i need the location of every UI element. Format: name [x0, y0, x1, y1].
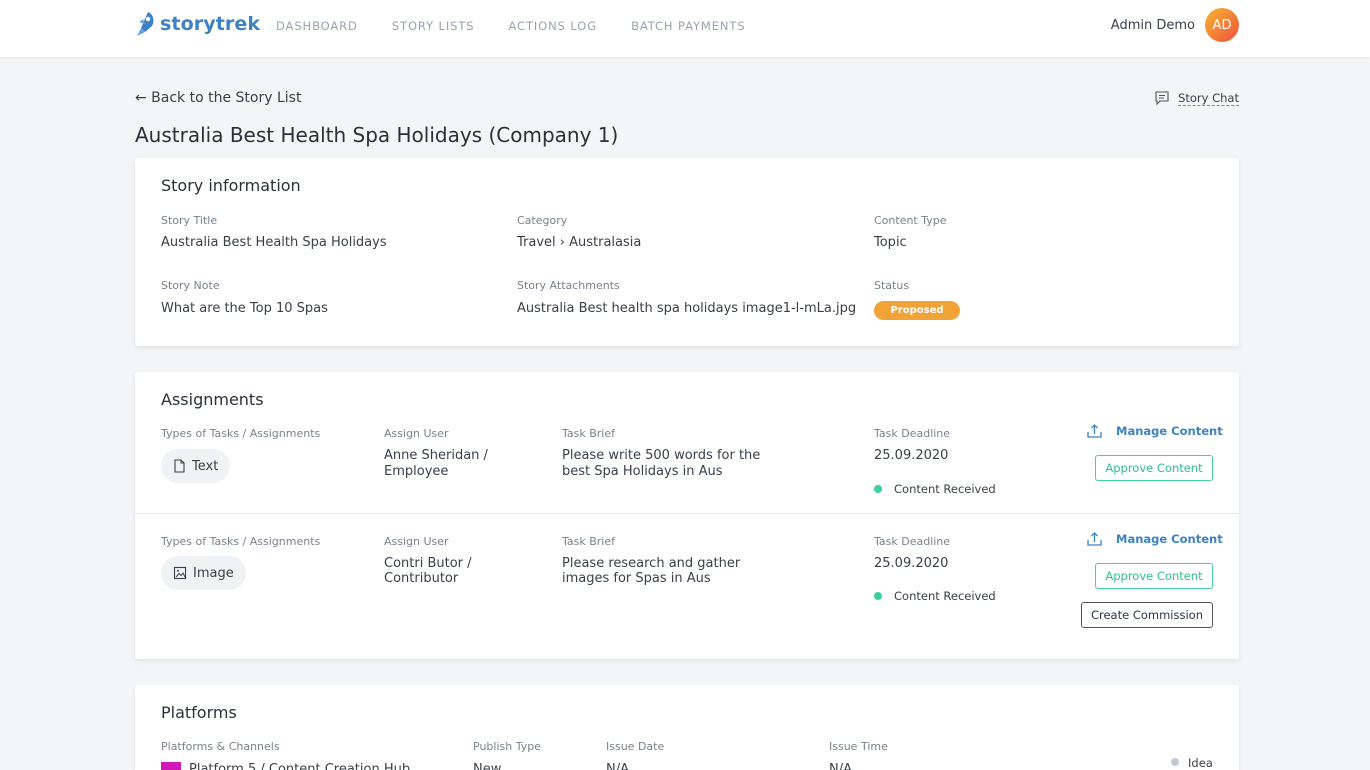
approve-content-button[interactable]: Approve Content — [1095, 563, 1213, 589]
task-brief-line1: Please write 500 words for the — [562, 448, 761, 463]
issue-time-value: N/A — [829, 762, 852, 770]
nav-batch-payments[interactable]: BATCH PAYMENTS — [631, 19, 745, 33]
task-deadline-value: 25.09.2020 — [874, 448, 949, 463]
issue-time-label: Issue Time — [829, 740, 888, 753]
nav-story-lists[interactable]: STORY LISTS — [392, 19, 475, 33]
platforms-card: Platforms Platforms & Channels Platform … — [135, 685, 1239, 770]
category-label: Category — [517, 214, 568, 227]
assign-user-value-line1: Contri Butor / — [384, 556, 472, 571]
story-title-label: Story Title — [161, 214, 218, 227]
task-type-pill-image: Image — [161, 556, 246, 590]
document-icon — [174, 459, 185, 473]
status-label: Status — [874, 279, 910, 292]
platforms-channels-label: Platforms & Channels — [161, 740, 280, 753]
assign-user-label: Assign User — [384, 535, 449, 548]
publish-type-value: New — [473, 762, 502, 770]
platform-channel-value: Platform 5 / Content Creation Hub — [189, 762, 411, 770]
brand-name: storytrek — [160, 13, 261, 35]
story-information-title: Story information — [161, 176, 301, 195]
main-nav: DASHBOARD STORY LISTS ACTIONS LOG BATCH … — [276, 19, 780, 33]
task-brief-label: Task Brief — [562, 535, 616, 548]
upload-icon — [1087, 532, 1102, 546]
content-type-label: Content Type — [874, 214, 947, 227]
task-type-label: Image — [193, 565, 234, 581]
assignments-card: Assignments Types of Tasks / Assignments… — [135, 372, 1239, 659]
user-menu[interactable]: Admin Demo AD — [1111, 8, 1239, 42]
approve-content-button[interactable]: Approve Content — [1095, 455, 1213, 481]
assign-user-label: Assign User — [384, 427, 449, 440]
task-brief-line1: Please research and gather — [562, 556, 741, 571]
task-types-label: Types of Tasks / Assignments — [161, 535, 321, 548]
story-note-label: Story Note — [161, 279, 220, 292]
story-note-value: What are the Top 10 Spas — [161, 301, 328, 316]
platforms-title: Platforms — [161, 703, 237, 722]
story-chat-link[interactable]: Story Chat — [1154, 90, 1239, 106]
user-name: Admin Demo — [1110, 17, 1195, 33]
back-to-story-list-link[interactable]: ← Back to the Story List — [135, 90, 301, 106]
platform-color-icon — [161, 762, 181, 770]
content-status-text: Content Received — [894, 589, 996, 603]
category-value: Travel › Australasia — [517, 235, 642, 250]
upload-icon — [1087, 424, 1102, 438]
avatar[interactable]: AD — [1205, 8, 1239, 42]
assignments-title: Assignments — [161, 390, 264, 409]
task-type-label: Text — [192, 458, 219, 474]
content-status-text: Content Received — [894, 482, 996, 496]
assign-user-value-line2: Employee — [384, 464, 449, 479]
rocket-logo-icon — [137, 12, 154, 36]
manage-content-label: Manage Content — [1116, 532, 1223, 546]
content-status-dot — [874, 485, 882, 493]
image-icon — [173, 566, 187, 580]
manage-content-link[interactable]: Manage Content — [1087, 424, 1223, 438]
assign-user-value-line2: Contributor — [384, 571, 459, 586]
assign-user-value-line1: Anne Sheridan / — [384, 448, 488, 463]
publish-type-label: Publish Type — [473, 740, 541, 753]
manage-content-label: Manage Content — [1116, 424, 1223, 438]
task-deadline-label: Task Deadline — [874, 535, 951, 548]
top-navigation-bar: storytrek DASHBOARD STORY LISTS ACTIONS … — [0, 0, 1370, 57]
story-information-card: Story information Story Title Australia … — [135, 158, 1239, 346]
issue-date-label: Issue Date — [606, 740, 665, 753]
content-status-dot — [874, 592, 882, 600]
assignment-divider — [135, 513, 1239, 514]
idea-status-dot — [1171, 758, 1179, 766]
brand-logo[interactable]: storytrek — [134, 10, 260, 38]
page-title: Australia Best Health Spa Holidays (Comp… — [135, 123, 619, 147]
story-chat-label: Story Chat — [1178, 90, 1239, 106]
nav-actions-log[interactable]: ACTIONS LOG — [508, 19, 597, 33]
content-type-value: Topic — [874, 235, 907, 250]
idea-status-label: Idea — [1188, 756, 1213, 770]
task-deadline-value: 25.09.2020 — [874, 556, 949, 571]
task-type-pill-text: Text — [161, 449, 231, 483]
task-deadline-label: Task Deadline — [874, 427, 951, 440]
story-attachments-label: Story Attachments — [517, 279, 620, 292]
create-commission-button[interactable]: Create Commission — [1081, 602, 1213, 628]
task-brief-line2: best Spa Holidays in Aus — [562, 464, 723, 479]
nav-dashboard[interactable]: DASHBOARD — [276, 19, 358, 33]
task-types-label: Types of Tasks / Assignments — [161, 427, 321, 440]
issue-date-value: N/A — [606, 762, 629, 770]
status-badge: Proposed — [874, 301, 960, 320]
task-brief-label: Task Brief — [562, 427, 616, 440]
task-brief-line2: images for Spas in Aus — [562, 571, 711, 586]
story-attachment-link[interactable]: Australia Best health spa holidays image… — [517, 301, 856, 317]
chat-icon — [1155, 91, 1169, 106]
manage-content-link[interactable]: Manage Content — [1087, 532, 1223, 546]
story-title-value: Australia Best Health Spa Holidays — [161, 235, 387, 250]
